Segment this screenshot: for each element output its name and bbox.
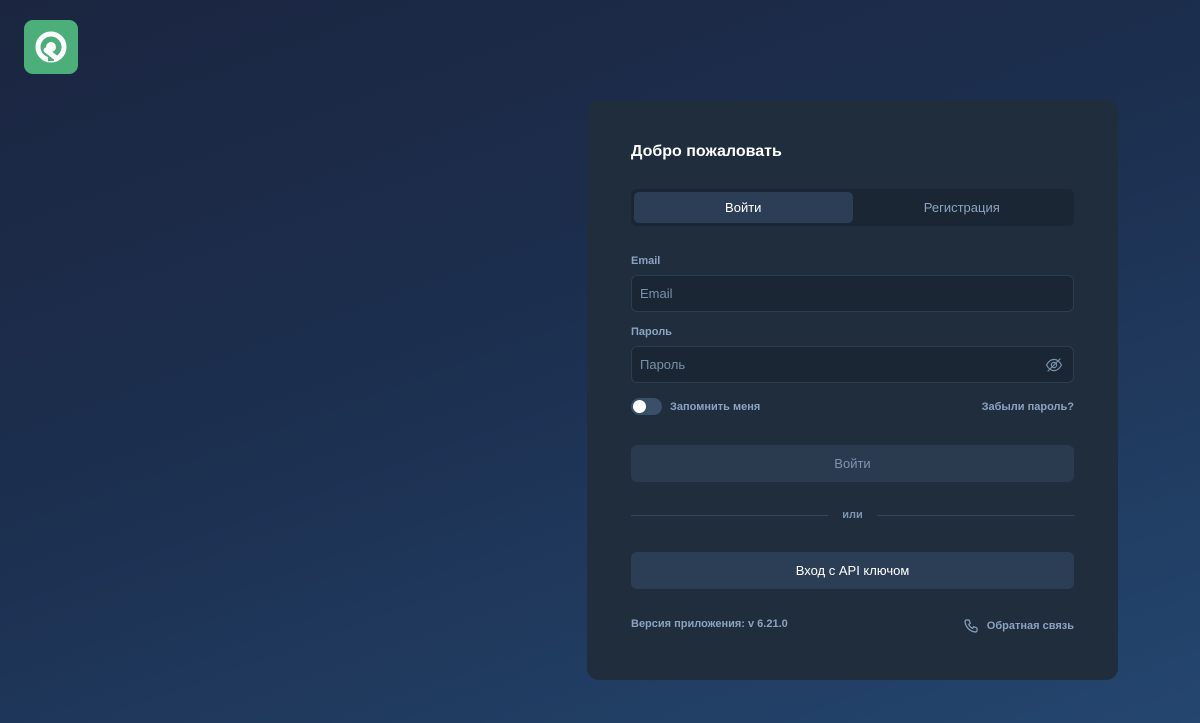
remember-me-label: Запомнить меня <box>670 400 761 413</box>
login-button[interactable]: Войти <box>631 445 1074 482</box>
forgot-password-link[interactable]: Забыли пароль? <box>982 401 1074 413</box>
password-field[interactable] <box>632 347 1073 382</box>
divider: или <box>631 509 1075 521</box>
divider-line <box>876 514 1075 516</box>
divider-text: или <box>842 509 863 521</box>
eye-off-icon[interactable] <box>1045 356 1063 374</box>
app-logo <box>24 20 78 74</box>
tab-register[interactable]: Регистрация <box>853 192 1072 223</box>
auth-tabs: Войти Регистрация <box>631 189 1074 226</box>
login-card: Добро пожаловать Войти Регистрация Email… <box>587 100 1118 680</box>
tab-login[interactable]: Войти <box>634 192 853 223</box>
feedback-link[interactable]: Обратная связь <box>963 618 1074 634</box>
password-field-wrapper <box>631 346 1074 383</box>
app-version: Версия приложения: v 6.21.0 <box>631 618 788 630</box>
app-logo-icon <box>35 31 67 63</box>
divider-line <box>631 514 829 516</box>
password-label: Пароль <box>631 326 672 338</box>
feedback-label: Обратная связь <box>986 620 1074 632</box>
email-field[interactable] <box>632 276 1073 311</box>
email-label: Email <box>631 255 661 267</box>
page-title: Добро пожаловать <box>631 143 782 160</box>
email-field-wrapper <box>631 275 1074 312</box>
api-key-login-button[interactable]: Вход с API ключом <box>631 552 1074 589</box>
phone-icon <box>964 619 978 633</box>
toggle-knob <box>633 400 646 413</box>
remember-me-row: Запомнить меня <box>631 398 760 415</box>
remember-me-toggle[interactable] <box>631 398 662 415</box>
